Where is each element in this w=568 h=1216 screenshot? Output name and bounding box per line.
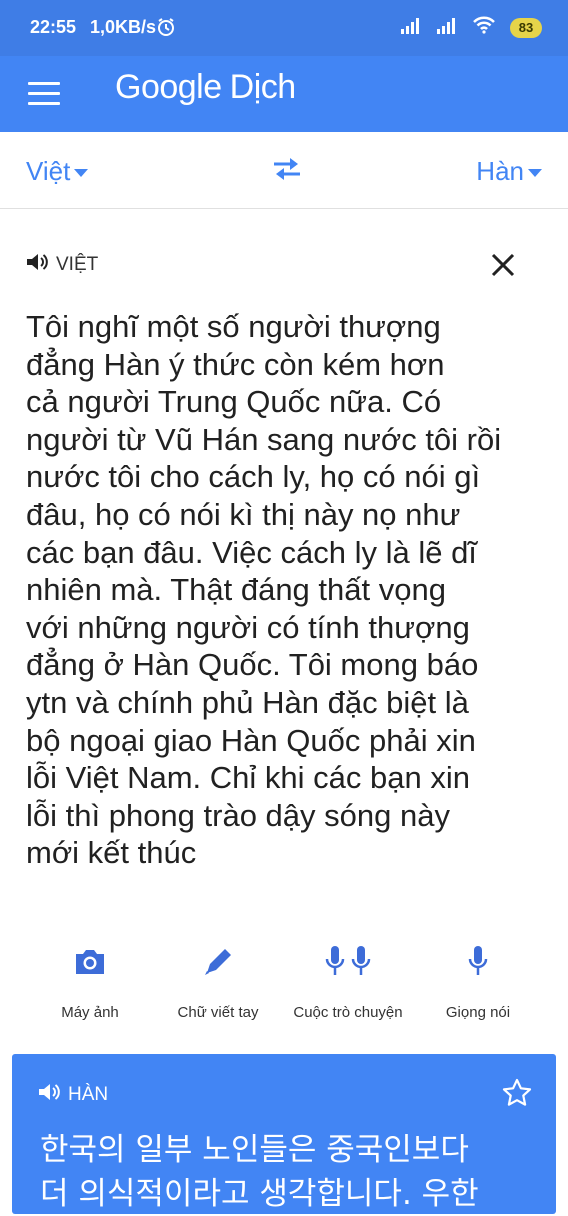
- voice-label: Giọng nói: [445, 1004, 511, 1021]
- star-icon[interactable]: [502, 1078, 532, 1113]
- handwriting-label: Chữ viết tay: [177, 1004, 259, 1021]
- pen-icon: [148, 940, 288, 984]
- translation-line: 한국의 일부 노인들은 중국인보다: [40, 1132, 469, 1168]
- conversation-mic-icon: [278, 940, 418, 984]
- conversation-label: Cuộc trò chuyện: [293, 1004, 403, 1021]
- source-header: VIỆT: [26, 252, 98, 278]
- camera-label: Máy ảnh: [61, 1004, 119, 1021]
- source-line: các bạn đâu. Việc cách ly là lẽ dĩ: [26, 534, 477, 570]
- source-line: nước tôi cho cách ly, họ có nói gì: [26, 459, 481, 495]
- source-line: đâu, họ có nói kì thị này nọ như: [26, 496, 461, 532]
- battery-indicator: 83: [510, 17, 542, 38]
- conversation-button[interactable]: Cuộc trò chuyện: [278, 940, 418, 1021]
- signal-icon: [400, 16, 422, 39]
- language-bar: Việt Hàn: [0, 132, 568, 209]
- source-language-label: Việt: [26, 156, 71, 186]
- source-line: người từ Vũ Hán sang nước tôi rồi: [26, 421, 502, 457]
- swap-languages-icon[interactable]: [270, 156, 304, 187]
- input-tools: Máy ảnh Chữ viết tay Cuộc trò chuyện Giọ…: [0, 940, 568, 1040]
- dropdown-caret-icon: [74, 169, 89, 178]
- dropdown-caret-icon: [528, 169, 542, 178]
- source-line: đẳng ở Hàn Quốc. Tôi mong báo: [26, 647, 479, 683]
- translation-language-tag: HÀN: [68, 1084, 109, 1105]
- source-line: lỗi Việt Nam. Chỉ khi các bạn xin: [26, 760, 470, 796]
- source-language-tag: VIỆT: [56, 254, 99, 275]
- source-line: mới kết thúc: [26, 835, 197, 871]
- source-line: Tôi nghĩ một số người thượng: [26, 309, 441, 344]
- source-line: đẳng Hàn ý thức còn kém hơn: [26, 346, 445, 382]
- status-bar: 22:55 1,0KB/s 83: [0, 0, 568, 56]
- translation-card[interactable]: HÀN 한국의 일부 노인들은 중국인보다 더 의식적이라고 생각합니다. 우한: [12, 1054, 556, 1214]
- handwriting-button[interactable]: Chữ viết tay: [148, 940, 288, 1021]
- wifi-icon: [472, 16, 496, 39]
- source-line: với những người có tính thượng: [26, 609, 470, 645]
- source-line: ytn và chính phủ Hàn đặc biệt là: [26, 684, 469, 720]
- status-time: 22:55: [30, 17, 77, 37]
- source-text[interactable]: Tôi nghĩ một số người thượng đẳng Hàn ý …: [26, 308, 546, 872]
- logo-google: Google: [115, 68, 222, 106]
- source-line: nhiên mà. Thật đáng thất vọng: [26, 572, 446, 608]
- camera-icon: [20, 940, 160, 984]
- translation-header: HÀN: [38, 1082, 108, 1108]
- voice-button[interactable]: Giọng nói: [408, 940, 548, 1021]
- target-language-selector[interactable]: Hàn: [476, 156, 542, 187]
- camera-button[interactable]: Máy ảnh: [20, 940, 160, 1021]
- target-language-label: Hàn: [476, 156, 524, 186]
- translated-text: 한국의 일부 노인들은 중국인보다 더 의식적이라고 생각합니다. 우한: [40, 1128, 540, 1216]
- status-network-speed: 1,0KB/s: [90, 17, 157, 37]
- close-icon[interactable]: [490, 252, 516, 283]
- alarm-icon: [156, 17, 176, 42]
- speaker-icon[interactable]: [38, 1082, 60, 1108]
- logo-dich: Dịch: [229, 68, 297, 106]
- source-language-selector[interactable]: Việt: [26, 156, 89, 187]
- app-bar: Google Dịch: [0, 56, 568, 132]
- translation-line: 더 의식적이라고 생각합니다. 우한: [40, 1176, 479, 1212]
- source-line: lỗi thì phong trào dậy sóng này: [26, 797, 450, 833]
- menu-icon[interactable]: [28, 82, 60, 106]
- source-line: cả người Trung Quốc nữa. Có: [26, 384, 442, 420]
- signal-icon-2: [436, 16, 458, 39]
- microphone-icon: [408, 940, 548, 984]
- source-line: bộ ngoại giao Hàn Quốc phải xin: [26, 722, 476, 758]
- speaker-icon[interactable]: [26, 252, 48, 278]
- app-logo: Google Dịch: [115, 68, 296, 107]
